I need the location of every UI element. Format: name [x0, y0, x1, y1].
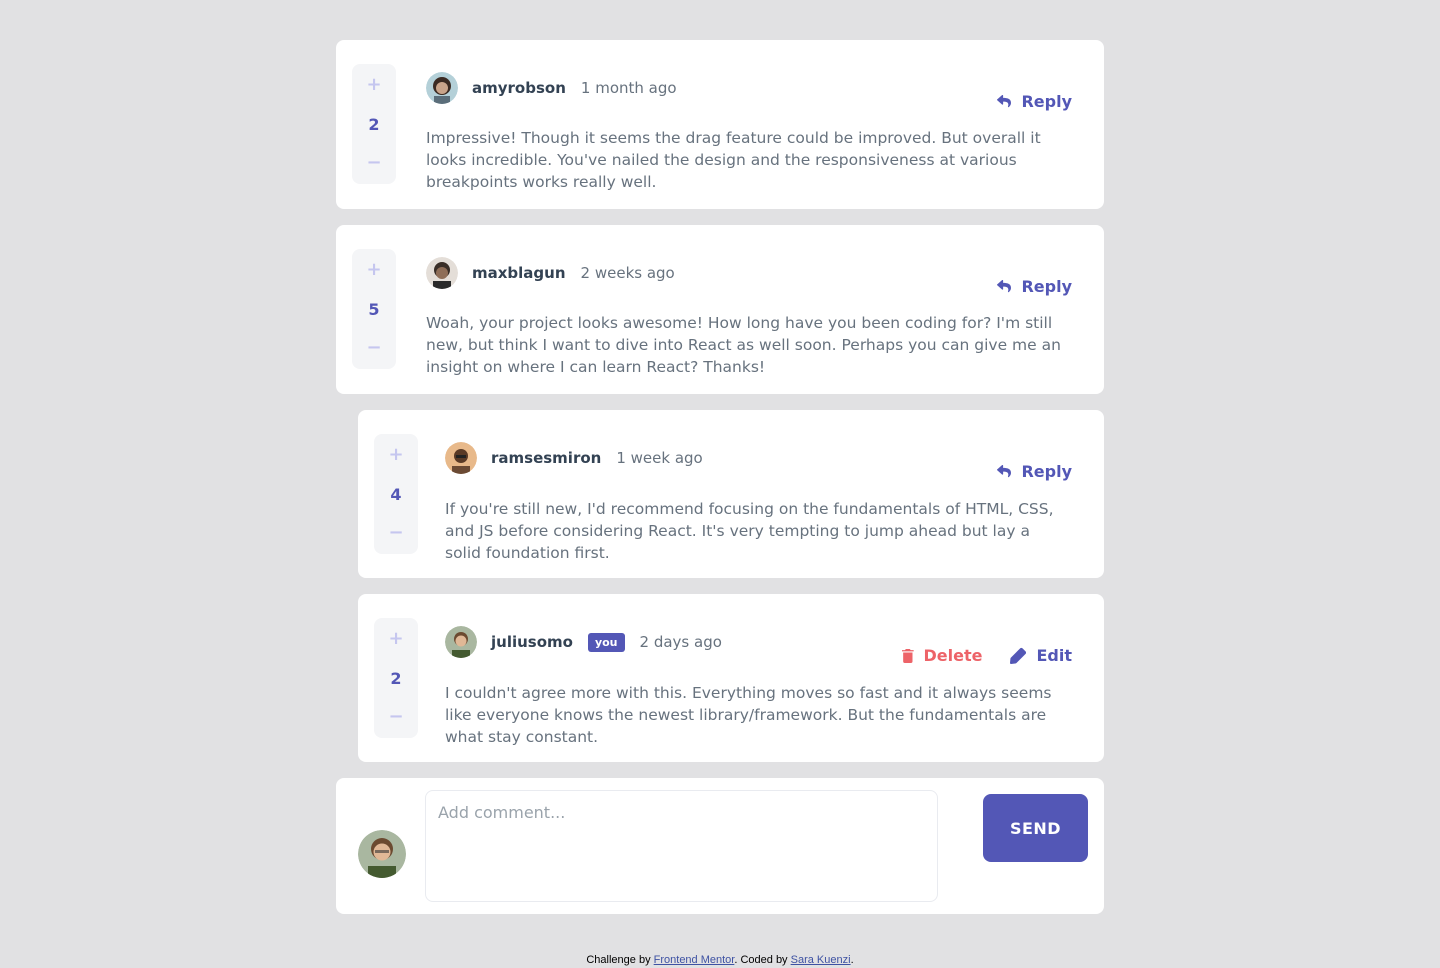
reply-icon: [997, 95, 1012, 108]
reply-label: Reply: [1021, 277, 1072, 296]
vote-widget: + 5 −: [352, 249, 396, 369]
delete-button[interactable]: Delete: [901, 646, 983, 665]
thread-line: [336, 410, 342, 762]
username[interactable]: maxblagun: [472, 264, 566, 282]
username[interactable]: amyrobson: [472, 79, 566, 97]
replies-thread: + 4 − ramsesmiron 1 week ago Reply If yo…: [336, 410, 1104, 762]
reply-card: + 2 − juliusomo you 2 days ago Delete Ed…: [358, 594, 1104, 762]
frontend-mentor-link[interactable]: Frontend Mentor: [654, 954, 735, 966]
timestamp: 1 week ago: [616, 449, 703, 467]
avatar: [445, 626, 477, 658]
comment-text: If you're still new, I'd recommend focus…: [445, 500, 1054, 562]
pencil-icon: [1010, 647, 1027, 664]
avatar: [426, 72, 458, 104]
comment-input[interactable]: [425, 790, 938, 902]
upvote-button[interactable]: +: [374, 444, 418, 466]
score: 5: [368, 299, 380, 319]
username[interactable]: ramsesmiron: [491, 449, 601, 467]
reply-label: Reply: [1021, 462, 1072, 481]
comment-actions: Reply: [997, 277, 1072, 296]
avatar: [445, 442, 477, 474]
score: 2: [368, 114, 380, 134]
comment-actions: Reply: [997, 462, 1072, 481]
downvote-button[interactable]: −: [374, 706, 418, 728]
comment-card: + 5 − maxblagun 2 weeks ago Reply Woah, …: [336, 225, 1104, 394]
comment-text: I couldn't agree more with this. Everyth…: [445, 684, 1052, 746]
attribution-prefix: Challenge by: [586, 954, 654, 966]
comment-text: Impressive! Though it seems the drag fea…: [426, 129, 1041, 191]
vote-widget: + 4 −: [374, 434, 418, 554]
reply-card: + 4 − ramsesmiron 1 week ago Reply If yo…: [358, 410, 1104, 578]
vote-widget: + 2 −: [352, 64, 396, 184]
current-user-avatar: [358, 830, 406, 878]
upvote-button[interactable]: +: [374, 628, 418, 650]
comments-section: + 2 − amyrobson 1 month ago Reply Impres…: [336, 40, 1104, 930]
reply-icon: [997, 465, 1012, 478]
edit-button[interactable]: Edit: [1010, 646, 1072, 665]
upvote-button[interactable]: +: [352, 74, 396, 96]
you-badge: you: [587, 632, 625, 652]
timestamp: 2 weeks ago: [580, 264, 675, 282]
downvote-button[interactable]: −: [352, 152, 396, 174]
delete-label: Delete: [923, 646, 983, 665]
reply-button[interactable]: Reply: [997, 462, 1072, 481]
reply-button[interactable]: Reply: [997, 277, 1072, 296]
edit-label: Edit: [1036, 646, 1072, 665]
trash-icon: [901, 648, 914, 663]
comment-actions: Delete Edit: [901, 646, 1072, 665]
author-link[interactable]: Sara Kuenzi: [791, 954, 851, 966]
attribution-middle: . Coded by: [734, 954, 791, 966]
timestamp: 2 days ago: [639, 633, 722, 651]
username[interactable]: juliusomo: [491, 633, 573, 651]
send-button[interactable]: SEND: [983, 794, 1088, 862]
comment-header: maxblagun 2 weeks ago: [426, 257, 1080, 289]
comment-card: + 2 − amyrobson 1 month ago Reply Impres…: [336, 40, 1104, 209]
reply-button[interactable]: Reply: [997, 92, 1072, 111]
score: 4: [390, 484, 402, 504]
comment-header: amyrobson 1 month ago: [426, 72, 1080, 104]
downvote-button[interactable]: −: [352, 337, 396, 359]
comment-actions: Reply: [997, 92, 1072, 111]
reply-label: Reply: [1021, 92, 1072, 111]
downvote-button[interactable]: −: [374, 522, 418, 544]
attribution-suffix: .: [850, 954, 854, 966]
vote-widget: + 2 −: [374, 618, 418, 738]
attribution: Challenge by Frontend Mentor. Coded by S…: [0, 954, 1440, 966]
score: 2: [390, 668, 402, 688]
comment-composer: SEND: [336, 778, 1104, 914]
comment-text: Woah, your project looks awesome! How lo…: [426, 314, 1061, 376]
comment-header: ramsesmiron 1 week ago: [445, 442, 1080, 474]
upvote-button[interactable]: +: [352, 259, 396, 281]
timestamp: 1 month ago: [580, 79, 677, 97]
avatar: [426, 257, 458, 289]
reply-icon: [997, 280, 1012, 293]
